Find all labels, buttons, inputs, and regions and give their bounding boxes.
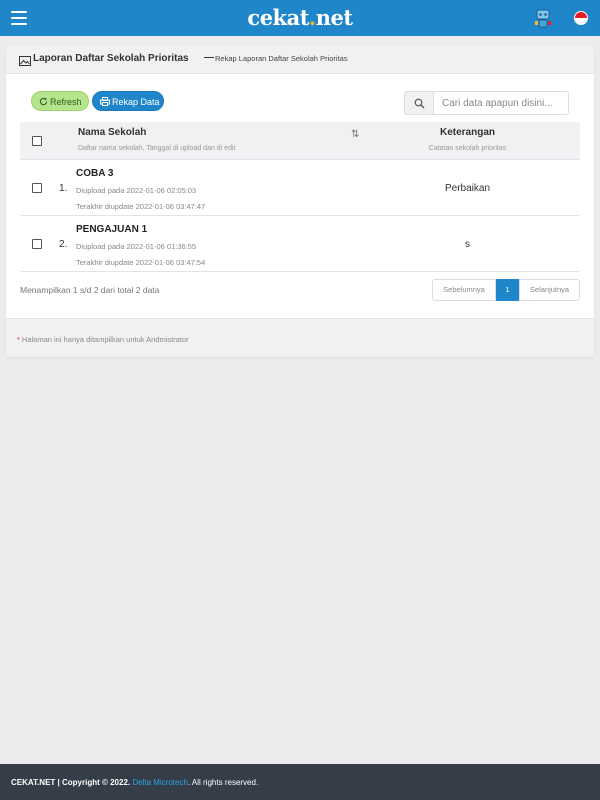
row-number: 1. (59, 183, 68, 194)
report-card: Laporan Daftar Sekolah Prioritas — Rekap… (6, 45, 594, 357)
pagination: Sebelumnya 1 Selanjutnya (432, 279, 580, 301)
printer-icon (100, 97, 110, 106)
page-footer: CEKAT.NET | Copyright © 2022. Delta Micr… (0, 764, 600, 800)
sort-icon[interactable]: ⇅ (351, 129, 359, 140)
refresh-label: Refresh (50, 97, 82, 107)
page-subtitle: Rekap Laporan Daftar Sekolah Prioritas (215, 54, 348, 63)
row-keterangan: Perbaikan (444, 183, 491, 194)
search-icon[interactable] (404, 91, 433, 115)
select-all-checkbox[interactable] (32, 136, 42, 146)
upload-date: Diupload pada 2022-01-06 01:36:55 (76, 242, 197, 251)
refresh-icon (39, 97, 48, 106)
table-row[interactable]: 1. COBA 3 Diupload pada 2022-01-06 02:05… (20, 161, 580, 216)
company-link[interactable]: Delta Microtech (132, 778, 188, 787)
next-page-button[interactable]: Selanjutnya (519, 279, 580, 301)
footer-text: CEKAT.NET | Copyright © 2022. Delta Micr… (11, 778, 258, 787)
image-icon (19, 53, 31, 66)
rekap-data-label: Rekap Data (112, 97, 160, 107)
upload-date: Diupload pada 2022-01-06 02:05:03 (76, 186, 197, 195)
footer-brand: CEKAT.NET (11, 778, 56, 787)
page-title: Laporan Daftar Sekolah Prioritas (33, 53, 189, 64)
top-navbar: cekat.net (0, 0, 600, 36)
school-name: COBA 3 (76, 168, 114, 179)
title-separator: — (204, 52, 214, 63)
required-star: * (17, 335, 20, 344)
school-name: PENGAJUAN 1 (76, 224, 148, 235)
column-header-nama-sekolah[interactable]: Nama Sekolah (78, 127, 146, 138)
pagination-info: Menampilkan 1 s/d 2 dari total 2 data (20, 285, 160, 295)
column-subheader-nama-sekolah: Daftar nama sekolah, Tanggal di upload d… (78, 145, 236, 152)
card-header: Laporan Daftar Sekolah Prioritas — Rekap… (6, 45, 594, 74)
row-checkbox[interactable] (32, 183, 42, 193)
table-row[interactable]: 2. PENGAJUAN 1 Diupload pada 2022-01-06 … (20, 217, 580, 272)
update-date: Terakhir diupdate 2022-01-06 03:47:47 (76, 202, 206, 211)
previous-page-button[interactable]: Sebelumnya (432, 279, 496, 301)
search-input[interactable] (433, 91, 569, 115)
brand-logo[interactable]: cekat.net (0, 5, 600, 30)
refresh-button[interactable]: Refresh (31, 91, 89, 111)
row-number: 2. (59, 239, 68, 250)
page-1-button[interactable]: 1 (496, 279, 519, 301)
table-header: Nama Sekolah Daftar nama sekolah, Tangga… (20, 122, 580, 160)
admin-note: * Halaman ini hanya ditampilkan untuk And… (17, 335, 189, 344)
card-footer: * Halaman ini hanya ditampilkan untuk And… (6, 318, 594, 357)
robot-icon[interactable] (534, 8, 552, 30)
indonesia-flag-icon[interactable] (574, 11, 588, 25)
footer-rights: . All rights reserved. (187, 778, 259, 787)
footer-copyright: | Copyright © 2022. (55, 778, 133, 787)
row-keterangan: s (465, 239, 470, 250)
admin-note-text: Halaman ini hanya ditampilkan untuk Andm… (21, 335, 189, 344)
update-date: Terakhir diupdate 2022-01-06 03:47:54 (76, 258, 206, 267)
rekap-data-button[interactable]: Rekap Data (92, 91, 164, 111)
row-checkbox[interactable] (32, 239, 42, 249)
column-header-keterangan[interactable]: Keterangan (390, 127, 545, 138)
column-subheader-keterangan: Catatan sekolah prioritas (428, 145, 507, 152)
search-box (404, 91, 569, 115)
